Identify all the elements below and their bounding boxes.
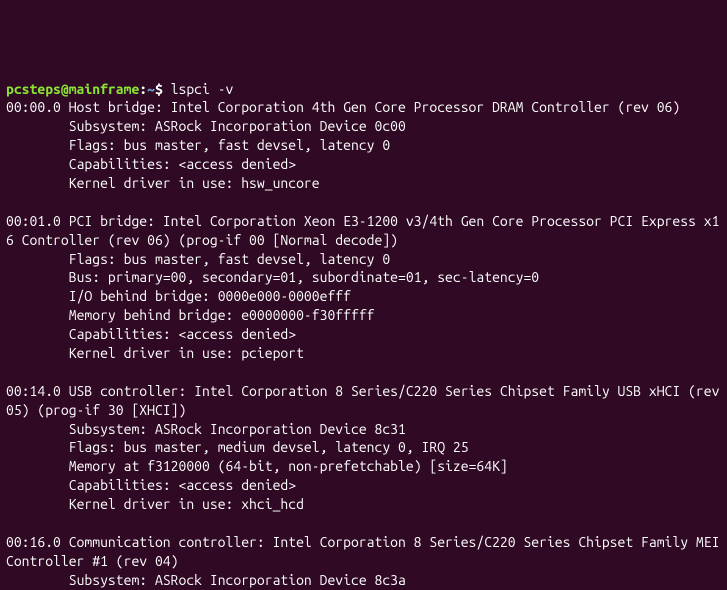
prompt-suffix: $	[155, 81, 171, 97]
terminal-output: 00:00.0 Host bridge: Intel Corporation 4…	[6, 99, 727, 587]
prompt-user-host: pcsteps@mainframe	[6, 81, 139, 97]
command-input[interactable]: lspci -v	[171, 81, 234, 97]
prompt-separator: :	[139, 81, 147, 97]
prompt-path: ~	[147, 81, 155, 97]
